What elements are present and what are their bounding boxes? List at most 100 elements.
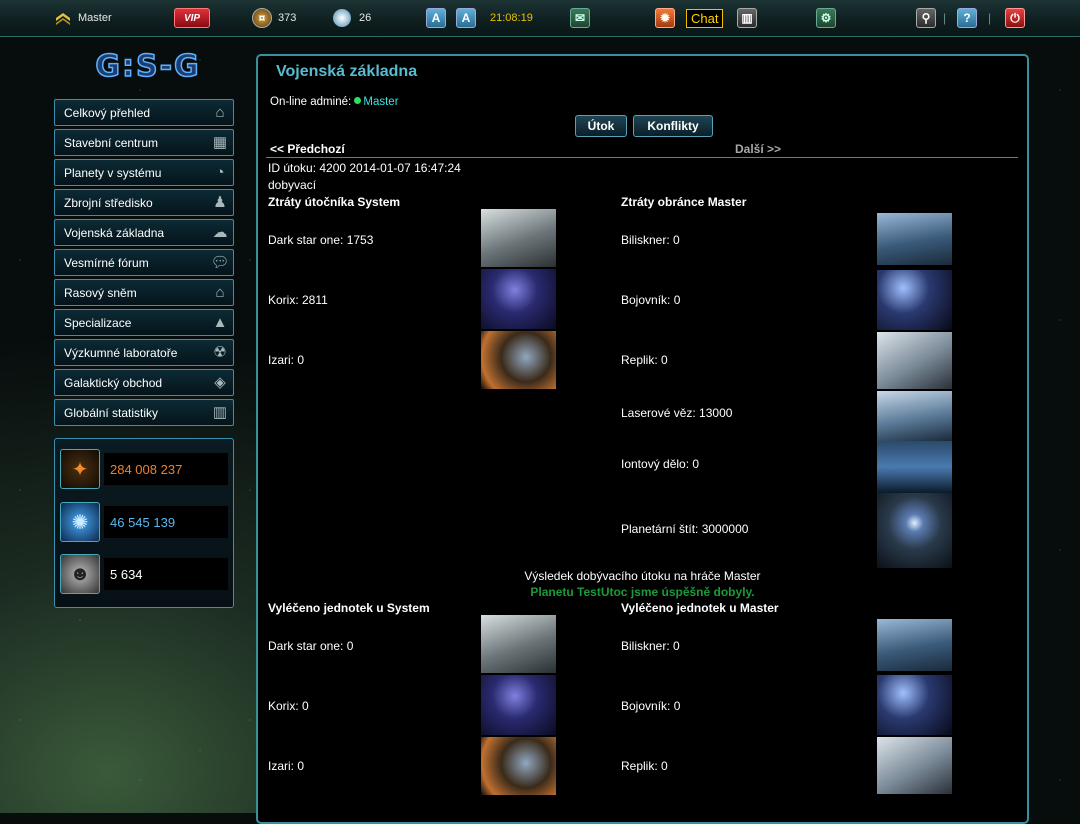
ion-cannon-image <box>877 441 952 493</box>
sidebar-item-armory[interactable]: Zbrojní středisko ♟ <box>54 189 234 216</box>
tab-conflicts[interactable]: Konflikty <box>633 115 713 137</box>
stat-credits: 373 <box>278 12 297 24</box>
attacker-loss-row: Korix: 2811 <box>268 293 328 307</box>
attacker-loss-row: Izari: 0 <box>268 353 305 367</box>
resource-metal: ✦ 284 008 237 <box>60 449 230 489</box>
chat-button[interactable]: Chat <box>686 8 724 28</box>
defender-losses-title: Ztráty obránce Master <box>621 195 747 209</box>
sidebar-item-label: Zbrojní středisko <box>64 195 153 210</box>
attacker-healed-title: Vyléčeno jednotek u System <box>268 601 430 615</box>
radiation-icon: ☢ <box>213 344 227 361</box>
sidebar-item-label: Celkový přehled <box>64 105 151 120</box>
attack-type: dobyvací <box>268 178 317 192</box>
planetary-shield-image <box>877 493 952 568</box>
settings-icon[interactable]: ⚙ <box>816 8 836 28</box>
attacker-loss-row: Dark star one: 1753 <box>268 233 374 247</box>
help-icon[interactable]: ? <box>957 8 977 28</box>
game-logo[interactable]: G:S-G <box>72 49 224 85</box>
attacker-healed-row: Dark star one: 0 <box>268 639 354 653</box>
defender-loss-row: Planetární štít: 3000000 <box>621 522 749 536</box>
defender-healed-title: Vyléčeno jednotek u Master <box>621 601 779 615</box>
tab-attack[interactable]: Útok <box>575 115 627 137</box>
defender-loss-row: Iontový dělo: 0 <box>621 457 700 471</box>
divider <box>266 157 1018 158</box>
credits-icon: ¤ <box>252 8 272 28</box>
server-clock: 21:08:19 <box>490 12 533 24</box>
bar-chart-icon: ▥ <box>212 404 228 421</box>
parliament-icon: ⌂ <box>215 283 225 301</box>
sidebar-item-label: Vesmírné fórum <box>64 255 149 270</box>
defender-loss-row: Laserové věz: 13000 <box>621 406 733 420</box>
ship-icon <box>333 9 351 27</box>
biliskner-image <box>877 619 952 671</box>
sidebar-item-label: Galaktický obchod <box>64 375 163 390</box>
metal-resource-icon: ✦ <box>60 449 100 489</box>
font-size-large-icon[interactable]: A <box>456 8 476 28</box>
replik-image <box>877 332 952 389</box>
sidebar-nav: Celkový přehled ⌂ Stavební centrum ▦ Plane… <box>54 99 234 429</box>
chat-bubbles-icon: 💬︎ <box>210 254 230 271</box>
defender-healed-row: Biliskner: 0 <box>621 639 680 653</box>
stat-ships: 26 <box>359 12 372 24</box>
sidebar-item-statistics[interactable]: Globální statistiky ▥ <box>54 399 234 426</box>
attacker-losses-title: Ztráty útočníka System <box>268 195 401 209</box>
mail-icon[interactable]: ✉ <box>570 8 590 28</box>
statistics-icon[interactable]: ▥ <box>737 8 757 28</box>
resource-value: 284 008 237 <box>104 453 228 485</box>
sidebar-item-label: Specializace <box>64 315 132 330</box>
defender-loss-row: Bojovník: 0 <box>621 293 681 307</box>
sidebar-item-forum[interactable]: Vesmírné fórum 💬︎ <box>54 249 234 276</box>
home-icon: ⌂ <box>215 103 225 121</box>
rank-icon <box>55 7 71 29</box>
sidebar-item-overview[interactable]: Celkový přehled ⌂ <box>54 99 234 126</box>
dark-star-one-image <box>481 209 556 267</box>
sidebar-item-label: Stavební centrum <box>64 135 159 150</box>
korix-image <box>481 675 556 735</box>
online-admins-label: On-line adminé: <box>270 96 352 108</box>
online-admin-name[interactable]: Master <box>363 96 398 108</box>
resource-value: 5 634 <box>104 558 228 590</box>
username[interactable]: Master <box>78 7 112 29</box>
energy-resource-icon: ✺ <box>60 502 100 542</box>
sidebar-item-trade[interactable]: Galaktický obchod ◈ <box>54 369 234 396</box>
sidebar-item-label: Planety v systému <box>64 165 162 180</box>
sidebar-item-label: Výzkumné laboratoře <box>64 345 178 360</box>
divider: | <box>943 11 947 25</box>
sidebar-item-building-center[interactable]: Stavební centrum ▦ <box>54 129 234 156</box>
sidebar-item-specialization[interactable]: Specializace ▲ <box>54 309 234 336</box>
prev-link[interactable]: << Předchozí <box>270 142 345 156</box>
main-panel: Vojenská základna On-line adminé: Master… <box>256 54 1029 824</box>
laser-tower-image <box>877 391 952 441</box>
sidebar-item-race-council[interactable]: Rasový sněm ⌂ <box>54 279 234 306</box>
sidebar-item-labs[interactable]: Výzkumné laboratoře ☢ <box>54 339 234 366</box>
next-link[interactable]: Další >> <box>735 142 781 156</box>
attack-id: ID útoku: 4200 2014-01-07 16:47:24 <box>268 161 461 175</box>
search-icon[interactable]: ⚲ <box>916 8 936 28</box>
izari-image <box>481 331 556 389</box>
top-bar: Master VIP ¤ 373 26 A A 21:08:19 ✉ ✹ Cha… <box>0 0 1080 37</box>
defender-healed-row: Bojovník: 0 <box>621 699 681 713</box>
planet-icon: ◔ <box>215 163 225 181</box>
soldier-icon: ♟ <box>213 194 227 211</box>
logout-icon[interactable]: ⏻ <box>1005 8 1025 28</box>
sidebar-item-military-base[interactable]: Vojenská základna ☁ <box>54 219 234 246</box>
page-title: Vojenská základna <box>276 63 418 80</box>
fire-icon[interactable]: ✹ <box>655 8 675 28</box>
divider: | <box>988 11 992 25</box>
shapes-icon: ▲ <box>212 313 228 331</box>
explosion-icon: ☁ <box>212 224 228 241</box>
result-title: Výsledek dobývacího útoku na hráče Maste… <box>524 569 761 583</box>
defender-loss-row: Replik: 0 <box>621 353 668 367</box>
resource-energy: ✺ 46 545 139 <box>60 502 230 542</box>
vip-button[interactable]: VIP <box>174 8 210 28</box>
sidebar-item-planets[interactable]: Planety v systému ◔ <box>54 159 234 186</box>
izari-image <box>481 737 556 795</box>
result-message: Planetu TestUtoc jsme úspěšně dobyly. <box>530 585 755 599</box>
attacker-healed-row: Korix: 0 <box>268 699 309 713</box>
font-size-icon[interactable]: A <box>426 8 446 28</box>
resource-value: 46 545 139 <box>104 506 228 538</box>
bojovnik-image <box>877 270 952 330</box>
building-icon: ▦ <box>212 134 228 151</box>
resource-population: ☻ 5 634 <box>60 554 230 594</box>
defender-healed-row: Replik: 0 <box>621 759 668 773</box>
